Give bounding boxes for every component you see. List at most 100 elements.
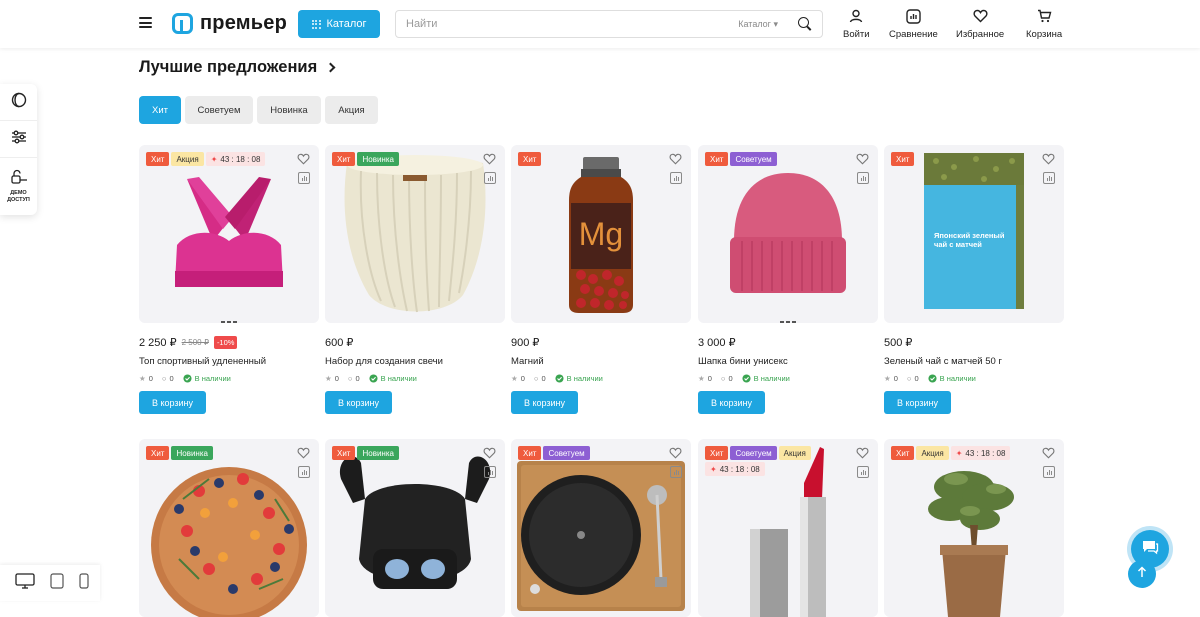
tablet-icon[interactable] (50, 572, 64, 594)
product-card[interactable]: Хит Новинка (325, 439, 505, 617)
product-card[interactable]: Хит Советуем (511, 439, 691, 617)
favorite-icon[interactable] (669, 446, 682, 464)
product-card[interactable]: Хит Новинка 600 ₽ Набор для создания све… (325, 145, 505, 414)
price: 500 ₽ (884, 336, 913, 349)
compare-icon[interactable] (670, 466, 682, 478)
candle-image (344, 155, 486, 313)
product-card[interactable]: Хит Советуем 3 000 ₽ Шапка бини унисекс … (698, 145, 878, 414)
product-card[interactable]: Хит Японский зеленый чай с матчей 500 ₽ … (884, 145, 1064, 414)
menu-icon[interactable] (139, 17, 152, 28)
badge-sale: Акция (916, 446, 949, 460)
favorite-icon[interactable] (856, 446, 869, 464)
product-image-area[interactable]: Хит Советуем (698, 145, 878, 323)
product-card[interactable]: Хит Советуем Акция ✦ 43 : 18 : 08 (698, 439, 878, 617)
add-to-cart-button[interactable]: В корзину (325, 391, 392, 414)
check-circle-icon (369, 373, 378, 383)
product-image-area[interactable]: Хит Новинка (325, 145, 505, 323)
product-title[interactable]: Топ спортивный удлененный (139, 356, 319, 368)
badge-hit: Хит (518, 152, 542, 166)
star-icon: ★ (698, 373, 705, 383)
search-scope-label: Каталог (738, 18, 771, 29)
badge-recommend: Советуем (543, 446, 590, 460)
stock-label: В наличии (194, 373, 231, 383)
product-title[interactable]: Магний (511, 356, 691, 368)
compare-icon[interactable] (857, 466, 869, 478)
price-row: 3 000 ₽ (698, 335, 878, 349)
desktop-icon[interactable] (15, 572, 35, 594)
reviews: ○ 0 (348, 374, 360, 383)
product-card[interactable]: Хит Акция ✦ 43 : 18 : 08 (884, 439, 1064, 617)
product-image-area[interactable]: Хит Mg (511, 145, 691, 323)
logo[interactable]: премьер (172, 12, 287, 35)
reviews-count: 0 (355, 373, 360, 383)
search-scope-select[interactable]: Каталог ▾ (738, 19, 778, 30)
product-image-area[interactable]: Хит Акция ✦ 43 : 18 : 08 (884, 439, 1064, 617)
rail-theme-button[interactable] (0, 84, 37, 121)
compare-icon[interactable] (484, 466, 496, 478)
badge-recommend: Советуем (730, 152, 777, 166)
search-input[interactable] (406, 18, 726, 30)
compare-button[interactable]: Сравнение (889, 8, 938, 40)
favorite-icon[interactable] (297, 446, 310, 464)
favorite-icon[interactable] (669, 152, 682, 170)
tab-hit[interactable]: Хит (139, 96, 181, 124)
favorite-icon[interactable] (297, 152, 310, 170)
product-card[interactable]: Хит Акция ✦ 43 : 18 : 08 2 250 ₽ 2 500 ₽ … (139, 145, 319, 414)
product-image-area[interactable]: Хит Новинка (139, 439, 319, 617)
turntable-image (517, 461, 685, 611)
comment-icon: ○ (720, 373, 726, 383)
product-title[interactable]: Набор для создания свечи (325, 356, 505, 368)
tab-sale[interactable]: Акция (325, 96, 378, 124)
product-image-area[interactable]: Хит Советуем (511, 439, 691, 617)
cart-button[interactable]: Корзина (1026, 8, 1062, 40)
compare-icon[interactable] (1043, 466, 1055, 478)
compare-icon[interactable] (298, 466, 310, 478)
tab-new[interactable]: Новинка (257, 96, 321, 124)
login-button[interactable]: Войти (843, 8, 870, 40)
favorites-button[interactable]: Избранное (956, 8, 1004, 40)
search-icon[interactable] (798, 17, 812, 31)
section-title: Лучшие предложения (139, 58, 318, 76)
product-image-area[interactable]: Хит Японский зеленый чай с матчей (884, 145, 1064, 323)
catalog-button[interactable]: Каталог (298, 10, 380, 38)
add-to-cart-button[interactable]: В корзину (511, 391, 578, 414)
favorite-icon[interactable] (856, 152, 869, 170)
product-title[interactable]: Шапка бини унисекс (698, 356, 878, 368)
badge-group: Хит Новинка (332, 152, 472, 166)
rail-demo-button[interactable]: ДЕМО ДОСТУП (0, 158, 37, 215)
badge-hit: Хит (705, 152, 729, 166)
compare-icon[interactable] (670, 172, 682, 184)
product-card[interactable]: Хит Новинка (139, 439, 319, 617)
mobile-icon[interactable] (79, 572, 89, 594)
favorite-icon[interactable] (483, 152, 496, 170)
reviews: ○ 0 (907, 374, 919, 383)
favorite-icon[interactable] (1042, 152, 1055, 170)
rating-value: 0 (520, 373, 525, 383)
add-to-cart-button[interactable]: В корзину (139, 391, 206, 414)
product-title[interactable]: Зеленый чай с матчей 50 г (884, 356, 1064, 368)
product-image-area[interactable]: Хит Акция ✦ 43 : 18 : 08 (139, 145, 319, 323)
rail-settings-button[interactable] (0, 121, 37, 158)
favorite-icon[interactable] (483, 446, 496, 464)
comment-icon: ○ (347, 373, 353, 383)
product-meta: ★ 0 ○ 0 В наличии (511, 373, 691, 383)
add-to-cart-button[interactable]: В корзину (698, 391, 765, 414)
section-title-link[interactable]: Лучшие предложения (139, 58, 336, 77)
badge-hit: Хит (332, 446, 356, 460)
compare-icon[interactable] (484, 172, 496, 184)
compare-icon[interactable] (1043, 172, 1055, 184)
search-bar: Каталог ▾ (395, 10, 823, 38)
user-icon (848, 8, 864, 24)
compare-icon[interactable] (857, 172, 869, 184)
add-to-cart-button[interactable]: В корзину (884, 391, 951, 414)
product-card[interactable]: Хит Mg 900 ₽ Магний ★ 0 ○ 0 В наличии В ко… (511, 145, 691, 414)
demo-access-icon (10, 169, 28, 190)
product-image-area[interactable]: Хит Советуем Акция ✦ 43 : 18 : 08 (698, 439, 878, 617)
product-image-area[interactable]: Хит Новинка (325, 439, 505, 617)
logo-text: премьер (200, 12, 287, 34)
scroll-top-button[interactable] (1128, 560, 1156, 588)
check-circle-icon (183, 373, 192, 383)
compare-icon[interactable] (298, 172, 310, 184)
favorite-icon[interactable] (1042, 446, 1055, 464)
tab-recommend[interactable]: Советуем (185, 96, 253, 124)
